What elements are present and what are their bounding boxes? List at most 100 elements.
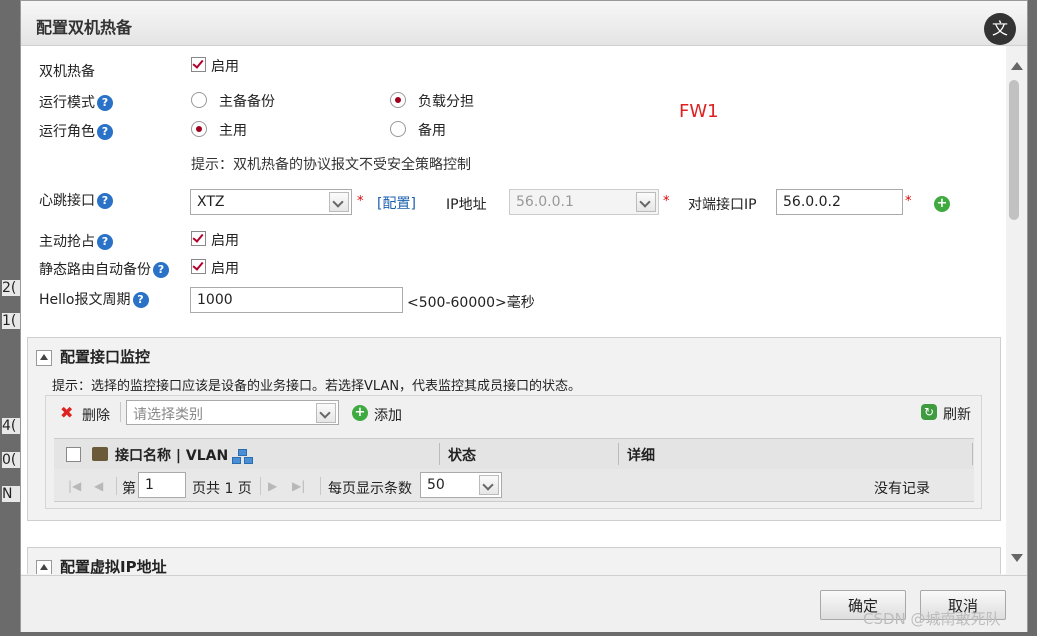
column-divider bbox=[618, 443, 619, 465]
column-divider bbox=[439, 443, 440, 465]
next-page-icon[interactable]: ▶ bbox=[268, 479, 277, 493]
hot-standby-checkbox-label: 启用 bbox=[211, 59, 239, 75]
required-mark: * bbox=[663, 194, 670, 209]
close-icon[interactable]: 文 bbox=[984, 13, 1016, 45]
last-page-icon[interactable]: ▶| bbox=[292, 479, 305, 493]
hot-standby-dialog: 配置双机热备 文 FW1 双机热备 启用 运行模式? 主备备份 负载分担 运行角… bbox=[20, 0, 1028, 632]
help-icon[interactable]: ? bbox=[97, 95, 113, 111]
heartbeat-label: 心跳接口? bbox=[39, 190, 113, 210]
ip-address-select: 56.0.0.1 bbox=[509, 189, 659, 215]
policy-hint: 提示：双机热备的协议报文不受安全策略控制 bbox=[191, 157, 471, 173]
pager-divider bbox=[320, 477, 321, 495]
column-divider bbox=[972, 443, 973, 465]
background-fragment: 4( bbox=[2, 418, 20, 434]
scroll-up-icon[interactable] bbox=[1011, 62, 1023, 70]
interface-monitor-section: 配置接口监控 提示：选择的监控接口应该是设备的业务接口。若选择VLAN，代表监控… bbox=[27, 337, 1001, 521]
refresh-icon[interactable]: ↻ bbox=[921, 404, 937, 420]
run-mode-radio-active-standby[interactable] bbox=[191, 92, 207, 108]
help-icon[interactable]: ? bbox=[153, 262, 169, 278]
peer-ip-label: 对端接口IP bbox=[688, 197, 757, 213]
ip-address-label: IP地址 bbox=[446, 197, 487, 213]
pager-divider bbox=[116, 477, 117, 495]
scroll-thumb[interactable] bbox=[1009, 80, 1019, 220]
add-icon[interactable]: + bbox=[934, 196, 950, 212]
delete-button[interactable]: 删除 bbox=[82, 405, 110, 425]
interface-icon bbox=[92, 447, 108, 461]
monitor-section-header[interactable]: 配置接口监控 bbox=[36, 346, 150, 367]
run-mode-option-label: 负载分担 bbox=[418, 94, 474, 110]
empty-records: 没有记录 bbox=[874, 481, 930, 497]
refresh-button[interactable]: 刷新 bbox=[943, 404, 971, 424]
run-role-option-label: 主用 bbox=[219, 123, 247, 139]
watermark: CSDN @城南敢死队 bbox=[863, 610, 1001, 628]
column-status[interactable]: 状态 bbox=[448, 445, 476, 465]
config-link[interactable]: [配置] bbox=[377, 193, 416, 213]
run-mode-radio-load-sharing[interactable] bbox=[390, 92, 406, 108]
delete-icon[interactable]: ✖ bbox=[60, 403, 73, 422]
required-mark: * bbox=[905, 194, 912, 209]
virtual-ip-section: 配置虚拟IP地址 bbox=[27, 547, 1001, 574]
category-select[interactable]: 请选择类别 bbox=[126, 400, 339, 425]
network-icon bbox=[232, 449, 254, 464]
per-page-label: 每页显示条数 bbox=[328, 481, 412, 497]
background-fragment: N bbox=[2, 486, 20, 502]
chevron-down-icon bbox=[329, 192, 349, 212]
prev-page-icon[interactable]: ◀ bbox=[94, 479, 103, 493]
first-page-icon[interactable]: |◀ bbox=[68, 479, 81, 493]
run-role-option-label: 备用 bbox=[418, 123, 446, 139]
fw1-annotation: FW1 bbox=[679, 101, 719, 122]
monitor-toolbar: ✖ 删除 请选择类别 + 添加 ↻ 刷新 bbox=[46, 396, 981, 430]
help-icon[interactable]: ? bbox=[97, 124, 113, 140]
background-fragment: 1( bbox=[2, 313, 20, 329]
hello-label: Hello报文周期? bbox=[39, 289, 149, 309]
collapse-icon[interactable] bbox=[36, 349, 52, 366]
heartbeat-interface-select[interactable]: XTZ bbox=[190, 189, 352, 215]
hello-interval-input[interactable]: 1000 bbox=[190, 287, 403, 313]
vertical-scrollbar[interactable] bbox=[1007, 46, 1027, 574]
preempt-checkbox-label: 启用 bbox=[211, 233, 239, 249]
add-button[interactable]: 添加 bbox=[374, 405, 402, 425]
grid-header: 接口名称 | VLAN 状态 详细 bbox=[54, 438, 974, 470]
page-prefix: 第 bbox=[122, 481, 136, 497]
pager-divider bbox=[260, 477, 261, 495]
background-fragment: 2( bbox=[2, 280, 20, 296]
hello-range-hint: <500-60000>毫秒 bbox=[407, 295, 535, 311]
pager: |◀ ◀ 第 1 页共 1 页 ▶ ▶| 每页显示条数 50 没有记录 bbox=[54, 469, 974, 502]
dialog-titlebar: 配置双机热备 文 bbox=[21, 1, 1027, 46]
run-role-radio-master[interactable] bbox=[191, 121, 207, 137]
help-icon[interactable]: ? bbox=[132, 292, 149, 308]
static-route-label: 静态路由自动备份? bbox=[39, 259, 169, 279]
preempt-label: 主动抢占? bbox=[39, 231, 113, 251]
chevron-down-icon bbox=[636, 192, 656, 212]
static-route-checkbox-label: 启用 bbox=[211, 261, 239, 277]
run-mode-option-label: 主备备份 bbox=[219, 94, 275, 110]
page-total: 页共 1 页 bbox=[192, 481, 252, 497]
run-role-radio-backup[interactable] bbox=[390, 121, 406, 137]
required-mark: * bbox=[357, 194, 364, 209]
static-route-checkbox[interactable] bbox=[191, 259, 206, 274]
column-interface[interactable]: 接口名称 | VLAN bbox=[115, 445, 254, 465]
help-icon[interactable]: ? bbox=[97, 193, 113, 209]
per-page-select[interactable]: 50 bbox=[420, 472, 502, 498]
hot-standby-checkbox[interactable] bbox=[191, 57, 206, 72]
add-icon[interactable]: + bbox=[352, 405, 368, 421]
dialog-title: 配置双机热备 bbox=[36, 18, 133, 37]
peer-ip-input[interactable]: 56.0.0.2 bbox=[776, 189, 903, 215]
chevron-down-icon bbox=[316, 403, 336, 423]
collapse-icon[interactable] bbox=[36, 559, 52, 574]
preempt-checkbox[interactable] bbox=[191, 231, 206, 246]
background-fragment: 0( bbox=[2, 452, 20, 468]
help-icon[interactable]: ? bbox=[97, 234, 113, 250]
vip-section-header[interactable]: 配置虚拟IP地址 bbox=[36, 556, 167, 574]
select-all-checkbox[interactable] bbox=[66, 447, 81, 462]
hot-standby-label: 双机热备 bbox=[39, 64, 95, 80]
run-mode-label: 运行模式? bbox=[39, 92, 113, 112]
run-role-label: 运行角色? bbox=[39, 121, 113, 141]
toolbar-divider bbox=[120, 402, 121, 422]
dialog-content: FW1 双机热备 启用 运行模式? 主备备份 负载分担 运行角色? 主用 备用 … bbox=[21, 46, 1006, 574]
page-input[interactable]: 1 bbox=[138, 472, 186, 498]
monitor-hint: 提示：选择的监控接口应该是设备的业务接口。若选择VLAN，代表监控其成员接口的状… bbox=[52, 379, 582, 394]
column-detail[interactable]: 详细 bbox=[627, 445, 655, 465]
scroll-down-icon[interactable] bbox=[1011, 554, 1023, 562]
monitor-grid: ✖ 删除 请选择类别 + 添加 ↻ 刷新 接口名称 | VLAN 状态 详细 |… bbox=[45, 395, 982, 509]
